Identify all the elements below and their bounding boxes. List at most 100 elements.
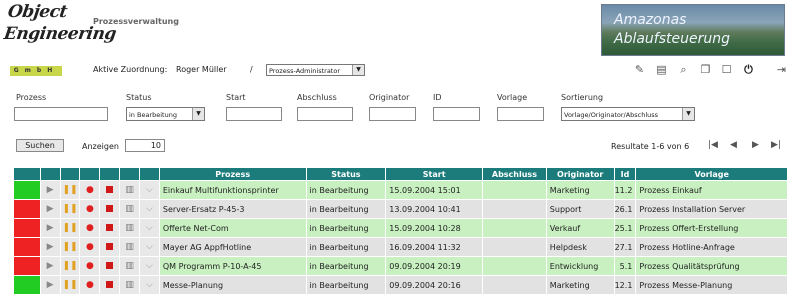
record-icon[interactable]: ● bbox=[79, 275, 101, 295]
cell-prozess[interactable]: Messe-Planung bbox=[159, 275, 307, 295]
record-icon[interactable]: ● bbox=[79, 237, 101, 257]
folder-icon[interactable]: ⌵ bbox=[139, 199, 160, 219]
play-icon[interactable]: ▶ bbox=[40, 256, 61, 276]
document-icon[interactable]: ▥ bbox=[119, 237, 141, 257]
column-header-originator[interactable]: Originator bbox=[546, 168, 615, 181]
prev-page-icon[interactable]: ◀ bbox=[730, 140, 737, 150]
cell-prozess[interactable]: Offerte Net-Com bbox=[159, 218, 307, 238]
stop-icon[interactable] bbox=[99, 180, 121, 200]
cell-prozess[interactable]: Mayer AG AppfHotline bbox=[159, 237, 307, 257]
record-icon[interactable]: ● bbox=[79, 199, 101, 219]
search-icon[interactable]: ⌕ bbox=[677, 63, 690, 76]
sortierung-select[interactable]: Vorlage/Originator/Abschluss ▼ bbox=[561, 107, 695, 121]
stop-icon[interactable] bbox=[99, 199, 121, 219]
cell-abschluss bbox=[482, 199, 547, 219]
table-row[interactable]: ▶ ❚❚ ● ▥ ⌵ Server-Ersatz P-45-3 in Bearbeitung… bbox=[14, 199, 788, 219]
cell-status: in Bearbeitung bbox=[306, 218, 387, 238]
column-header-vorlage[interactable]: Vorlage bbox=[635, 168, 788, 181]
pause-icon[interactable]: ❚❚ bbox=[60, 237, 81, 257]
column-header-prozess[interactable]: Prozess bbox=[159, 168, 307, 181]
record-icon[interactable]: ● bbox=[79, 218, 101, 238]
play-icon[interactable]: ▶ bbox=[40, 180, 61, 200]
cell-vorlage: Prozess Hotline-Anfrage bbox=[635, 237, 788, 257]
logo-sub: GmbH bbox=[10, 66, 62, 76]
play-icon[interactable]: ▶ bbox=[40, 218, 61, 238]
column-header-status[interactable]: Status bbox=[306, 168, 387, 181]
document-icon[interactable]: ▥ bbox=[119, 218, 141, 238]
stop-icon[interactable] bbox=[99, 218, 121, 238]
table-row[interactable]: ▶ ❚❚ ● ▥ ⌵ Mayer AG AppfHotline in Bearbeitung… bbox=[14, 237, 788, 257]
cell-originator: Entwicklung bbox=[546, 256, 615, 276]
pause-icon[interactable]: ❚❚ bbox=[60, 275, 81, 295]
sortierung-select-value: Vorlage/Originator/Abschluss bbox=[564, 111, 659, 119]
folder-icon[interactable]: ⌵ bbox=[139, 218, 160, 238]
folder-icon[interactable]: ⌵ bbox=[139, 180, 160, 200]
header-play bbox=[40, 168, 61, 181]
cell-originator: Marketing bbox=[546, 180, 615, 200]
assignment-label: Aktive Zuordnung: bbox=[93, 65, 168, 74]
pause-icon[interactable]: ❚❚ bbox=[60, 180, 81, 200]
cell-prozess[interactable]: Server-Ersatz P-45-3 bbox=[159, 199, 307, 219]
stop-icon[interactable] bbox=[99, 237, 121, 257]
vorlage-input[interactable] bbox=[497, 107, 544, 121]
status-select[interactable]: in Bearbeitung ▼ bbox=[126, 107, 205, 121]
filter-label-sortierung: Sortierung bbox=[561, 93, 604, 102]
next-page-icon[interactable]: ▶ bbox=[752, 140, 759, 150]
document-icon[interactable]: ▥ bbox=[119, 256, 141, 276]
document-icon[interactable]: ▥ bbox=[119, 275, 141, 295]
pause-icon[interactable]: ❚❚ bbox=[60, 218, 81, 238]
table-row[interactable]: ▶ ❚❚ ● ▥ ⌵ QM Programm P-10-A-45 in Bearbeitun… bbox=[14, 256, 788, 276]
status-indicator bbox=[14, 237, 41, 257]
stop-icon[interactable] bbox=[99, 275, 121, 295]
cell-prozess[interactable]: QM Programm P-10-A-45 bbox=[159, 256, 307, 276]
cell-id: 26.1 bbox=[614, 199, 637, 219]
stop-icon[interactable] bbox=[99, 256, 121, 276]
filter-label-vorlage: Vorlage bbox=[497, 93, 528, 102]
copy-icon[interactable]: ❐ bbox=[699, 63, 712, 76]
new-icon[interactable]: ☐ bbox=[720, 63, 733, 76]
show-count-label: Anzeigen bbox=[82, 142, 119, 151]
cell-prozess[interactable]: Einkauf Multifunktionsprinter bbox=[159, 180, 307, 200]
table-row[interactable]: ▶ ❚❚ ● ▥ ⌵ Offerte Net-Com in Bearbeitung 15.09… bbox=[14, 218, 788, 238]
start-input[interactable] bbox=[226, 107, 282, 121]
play-icon[interactable]: ▶ bbox=[40, 237, 61, 257]
chevron-down-icon: ▼ bbox=[192, 108, 204, 120]
cell-originator: Marketing bbox=[546, 275, 615, 295]
edit-icon[interactable]: ✎ bbox=[633, 63, 646, 76]
header-record bbox=[79, 168, 101, 181]
document-icon[interactable]: ▤ bbox=[655, 63, 668, 76]
search-button[interactable]: Suchen bbox=[16, 139, 64, 152]
first-page-icon[interactable]: |◀ bbox=[708, 140, 718, 150]
originator-input[interactable] bbox=[369, 107, 416, 121]
document-icon[interactable]: ▥ bbox=[119, 180, 141, 200]
table-row[interactable]: ▶ ❚❚ ● ▥ ⌵ Einkauf Multifunktionsprinter in Be… bbox=[14, 180, 788, 200]
role-select[interactable]: Prozess-Administrator ▼ bbox=[266, 64, 365, 76]
abschluss-input[interactable] bbox=[297, 107, 353, 121]
folder-icon[interactable]: ⌵ bbox=[139, 237, 160, 257]
cell-start: 16.09.2004 11:32 bbox=[385, 237, 484, 257]
play-icon[interactable]: ▶ bbox=[40, 199, 61, 219]
power-icon[interactable]: ⏻ bbox=[742, 63, 755, 76]
pause-icon[interactable]: ❚❚ bbox=[60, 256, 81, 276]
show-count-input[interactable]: 10 bbox=[125, 139, 165, 152]
record-icon[interactable]: ● bbox=[79, 256, 101, 276]
exit-icon[interactable]: ⇥ bbox=[775, 63, 788, 76]
header-doc bbox=[119, 168, 141, 181]
last-page-icon[interactable]: ▶| bbox=[771, 140, 781, 150]
prozess-input[interactable] bbox=[14, 107, 108, 121]
folder-icon[interactable]: ⌵ bbox=[139, 256, 160, 276]
role-select-value: Prozess-Administrator bbox=[269, 67, 341, 75]
pause-icon[interactable]: ❚❚ bbox=[60, 199, 81, 219]
record-icon[interactable]: ● bbox=[79, 180, 101, 200]
cell-id: 25.1 bbox=[614, 218, 637, 238]
table-row[interactable]: ▶ ❚❚ ● ▥ ⌵ Messe-Planung in Bearbeitung 09.09.2… bbox=[14, 275, 788, 295]
column-header-start[interactable]: Start bbox=[385, 168, 484, 181]
folder-icon[interactable]: ⌵ bbox=[139, 275, 160, 295]
document-icon[interactable]: ▥ bbox=[119, 199, 141, 219]
cell-status: in Bearbeitung bbox=[306, 237, 387, 257]
column-header-abschluss[interactable]: Abschluss bbox=[482, 168, 547, 181]
play-icon[interactable]: ▶ bbox=[40, 275, 61, 295]
id-input[interactable] bbox=[433, 107, 480, 121]
column-header-id[interactable]: Id bbox=[614, 168, 637, 181]
product-banner: Amazonas Ablaufsteuerung bbox=[601, 4, 785, 56]
